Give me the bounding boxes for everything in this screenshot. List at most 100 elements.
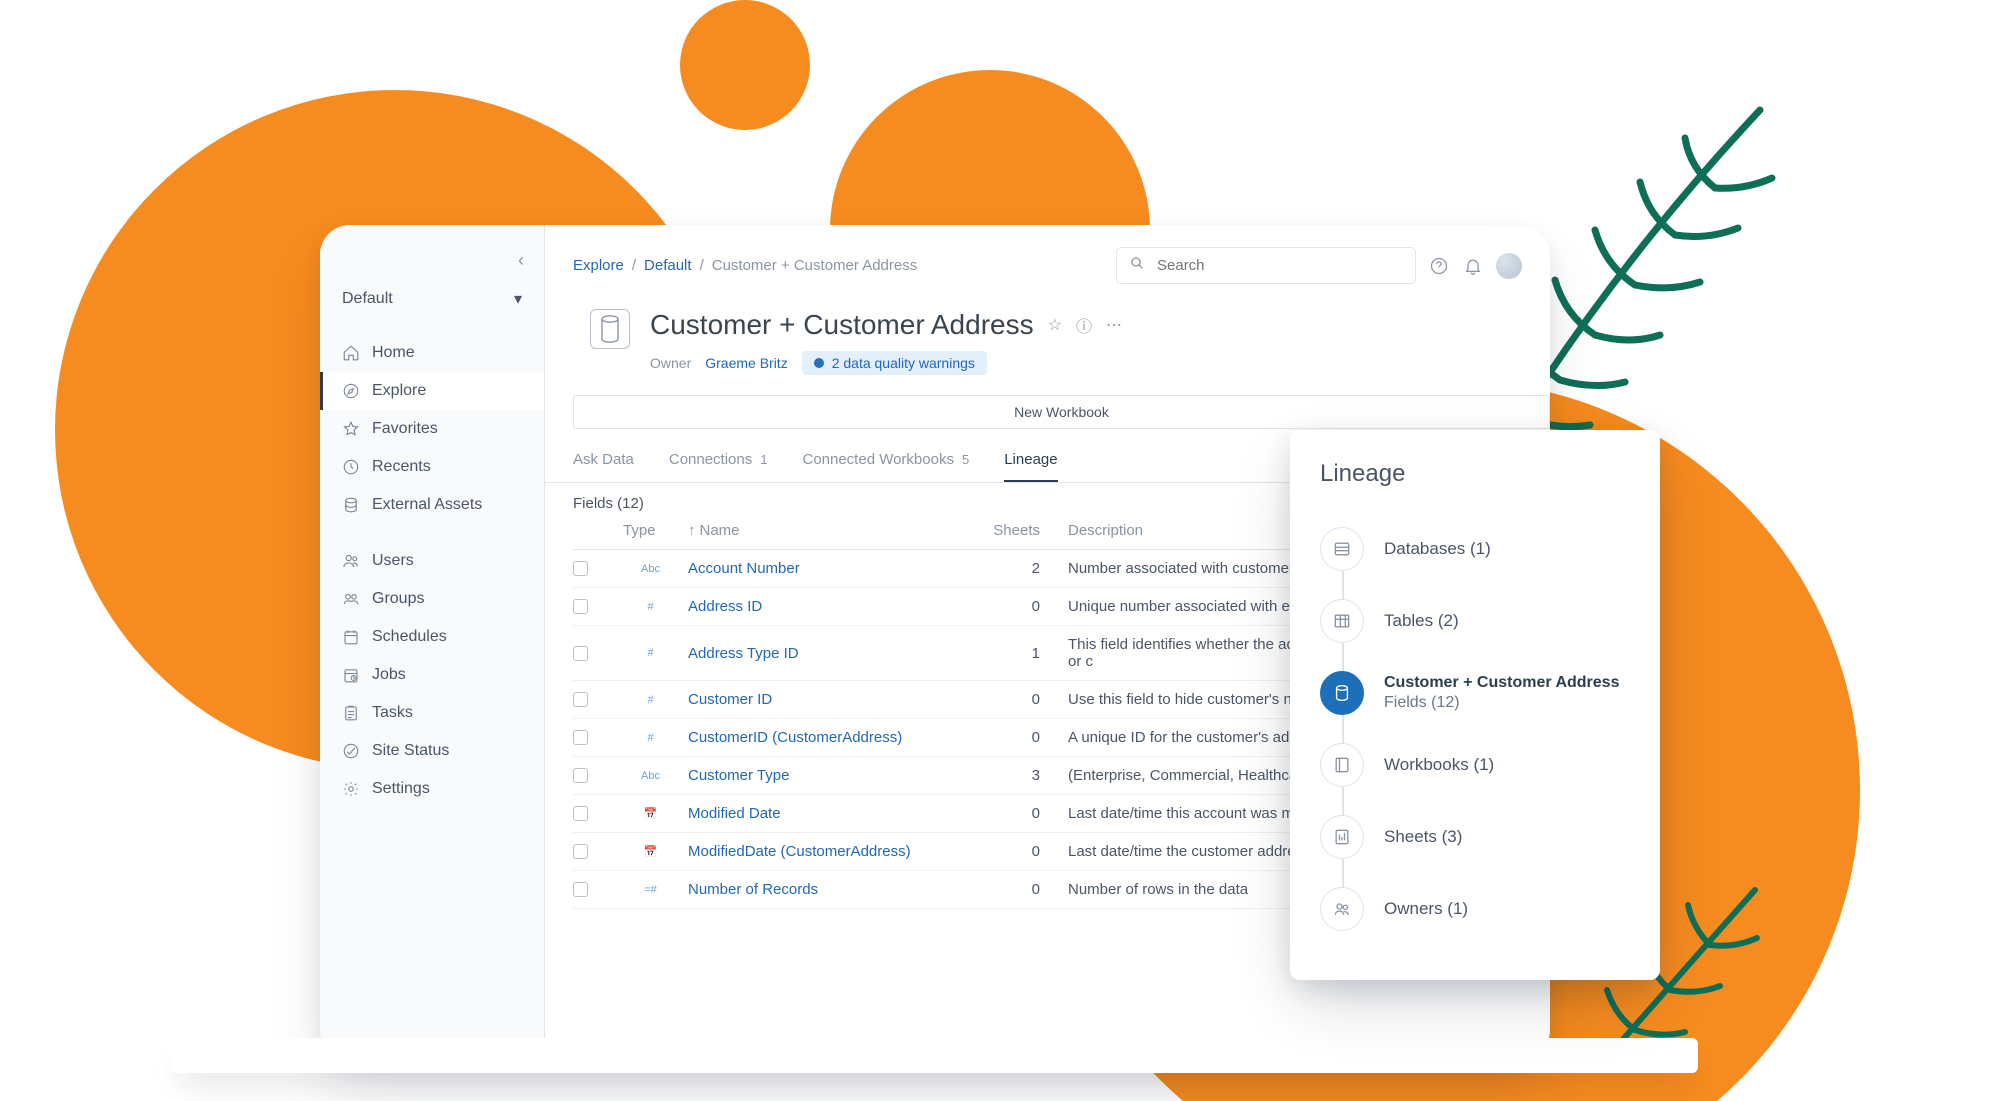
lineage-item-current[interactable]: Customer + Customer Address Fields (12) <box>1320 657 1630 729</box>
breadcrumb-sep: / <box>700 257 704 274</box>
field-type-icon: =# <box>623 884 678 896</box>
star-icon[interactable]: ☆ <box>1048 315 1062 335</box>
gear-icon <box>342 780 360 798</box>
field-sheets-count: 0 <box>978 729 1058 746</box>
search-box[interactable] <box>1116 247 1416 284</box>
star-icon <box>342 420 360 438</box>
col-name[interactable]: ↑Name <box>688 522 968 539</box>
sidebar-item-users[interactable]: Users <box>320 542 544 580</box>
field-name-link[interactable]: CustomerID (CustomerAddress) <box>688 729 968 746</box>
col-type[interactable]: Type <box>623 522 678 539</box>
field-type-icon: 📅 <box>623 807 678 820</box>
tab-lineage[interactable]: Lineage <box>1004 451 1057 482</box>
jobs-icon <box>342 666 360 684</box>
sidebar-item-recents[interactable]: Recents <box>320 448 544 486</box>
sidebar-item-label: Recents <box>372 458 431 476</box>
row-checkbox[interactable] <box>573 806 588 821</box>
sidebar-item-home[interactable]: Home <box>320 334 544 372</box>
field-name-link[interactable]: Address Type ID <box>688 645 968 662</box>
new-workbook-button[interactable]: New Workbook <box>573 395 1550 429</box>
database-icon <box>342 496 360 514</box>
help-icon[interactable] <box>1428 255 1450 277</box>
field-name-link[interactable]: Modified Date <box>688 805 968 822</box>
lineage-title: Lineage <box>1320 460 1630 488</box>
field-sheets-count: 0 <box>978 881 1058 898</box>
field-type-icon: # <box>623 647 678 659</box>
row-checkbox[interactable] <box>573 561 588 576</box>
breadcrumb-explore[interactable]: Explore <box>573 257 624 274</box>
sidebar-item-schedules[interactable]: Schedules <box>320 618 544 656</box>
lineage-label: Workbooks (1) <box>1384 755 1494 775</box>
data-quality-badge[interactable]: 2 data quality warnings <box>802 351 987 375</box>
sidebar-item-tasks[interactable]: Tasks <box>320 694 544 732</box>
field-name-link[interactable]: Customer Type <box>688 767 968 784</box>
chevron-down-icon: ▾ <box>514 289 522 309</box>
sheet-icon <box>1320 815 1364 859</box>
sidebar-collapse-button[interactable]: ‹ <box>518 250 524 271</box>
project-selector[interactable]: Default ▾ <box>342 289 522 309</box>
calendar-icon <box>342 628 360 646</box>
sidebar-item-label: Favorites <box>372 420 438 438</box>
sidebar-item-jobs[interactable]: Jobs <box>320 656 544 694</box>
row-checkbox[interactable] <box>573 882 588 897</box>
field-type-icon: # <box>623 694 678 706</box>
field-type-icon: 📅 <box>623 845 678 858</box>
table-icon <box>1320 599 1364 643</box>
lineage-item-workbooks[interactable]: Workbooks (1) <box>1320 729 1630 801</box>
row-checkbox[interactable] <box>573 599 588 614</box>
datasource-icon <box>1320 671 1364 715</box>
sidebar-item-label: Home <box>372 344 415 362</box>
lineage-item-sheets[interactable]: Sheets (3) <box>1320 801 1630 873</box>
sidebar-item-favorites[interactable]: Favorites <box>320 410 544 448</box>
home-icon <box>342 344 360 362</box>
search-input[interactable] <box>1155 256 1403 275</box>
row-checkbox[interactable] <box>573 646 588 661</box>
users-icon <box>342 552 360 570</box>
breadcrumb-current: Customer + Customer Address <box>712 257 918 274</box>
sidebar-item-label: Groups <box>372 590 424 608</box>
sidebar-item-groups[interactable]: Groups <box>320 580 544 618</box>
field-name-link[interactable]: ModifiedDate (CustomerAddress) <box>688 843 968 860</box>
field-name-link[interactable]: Account Number <box>688 560 968 577</box>
sidebar-item-settings[interactable]: Settings <box>320 770 544 808</box>
row-checkbox[interactable] <box>573 730 588 745</box>
sidebar-item-label: Users <box>372 552 414 570</box>
row-checkbox[interactable] <box>573 768 588 783</box>
sidebar: ‹ Default ▾ Home Explore Favorites <box>320 225 545 1060</box>
lineage-item-tables[interactable]: Tables (2) <box>1320 585 1630 657</box>
info-icon[interactable]: ⓘ <box>1076 313 1092 337</box>
sidebar-item-label: Schedules <box>372 628 447 646</box>
col-sheets[interactable]: Sheets <box>978 522 1058 539</box>
tab-connected-workbooks[interactable]: Connected Workbooks5 <box>802 451 969 482</box>
sidebar-item-site-status[interactable]: Site Status <box>320 732 544 770</box>
row-checkbox[interactable] <box>573 692 588 707</box>
compass-icon <box>342 382 360 400</box>
bell-icon[interactable] <box>1462 255 1484 277</box>
more-icon[interactable]: ⋯ <box>1106 315 1122 335</box>
field-name-link[interactable]: Customer ID <box>688 691 968 708</box>
page-title: Customer + Customer Address <box>650 309 1034 341</box>
sidebar-item-explore[interactable]: Explore <box>320 372 544 410</box>
datasource-icon <box>590 309 630 349</box>
lineage-label: Databases (1) <box>1384 539 1491 559</box>
tab-ask-data[interactable]: Ask Data <box>573 451 634 482</box>
field-name-link[interactable]: Address ID <box>688 598 968 615</box>
sidebar-item-external-assets[interactable]: External Assets <box>320 486 544 524</box>
lineage-label: Tables (2) <box>1384 611 1459 631</box>
tab-connections[interactable]: Connections1 <box>669 451 768 482</box>
row-checkbox[interactable] <box>573 844 588 859</box>
field-type-icon: # <box>623 732 678 744</box>
lineage-item-owners[interactable]: Owners (1) <box>1320 873 1630 945</box>
lineage-item-databases[interactable]: Databases (1) <box>1320 513 1630 585</box>
avatar[interactable] <box>1496 253 1522 279</box>
owner-link[interactable]: Graeme Britz <box>705 355 787 371</box>
field-sheets-count: 0 <box>978 805 1058 822</box>
sidebar-item-label: External Assets <box>372 496 482 514</box>
breadcrumb-default[interactable]: Default <box>644 257 692 274</box>
field-name-link[interactable]: Number of Records <box>688 881 968 898</box>
owner-label: Owner <box>650 355 691 371</box>
database-icon <box>1320 527 1364 571</box>
workbook-icon <box>1320 743 1364 787</box>
field-type-icon: # <box>623 601 678 613</box>
field-sheets-count: 1 <box>978 645 1058 662</box>
